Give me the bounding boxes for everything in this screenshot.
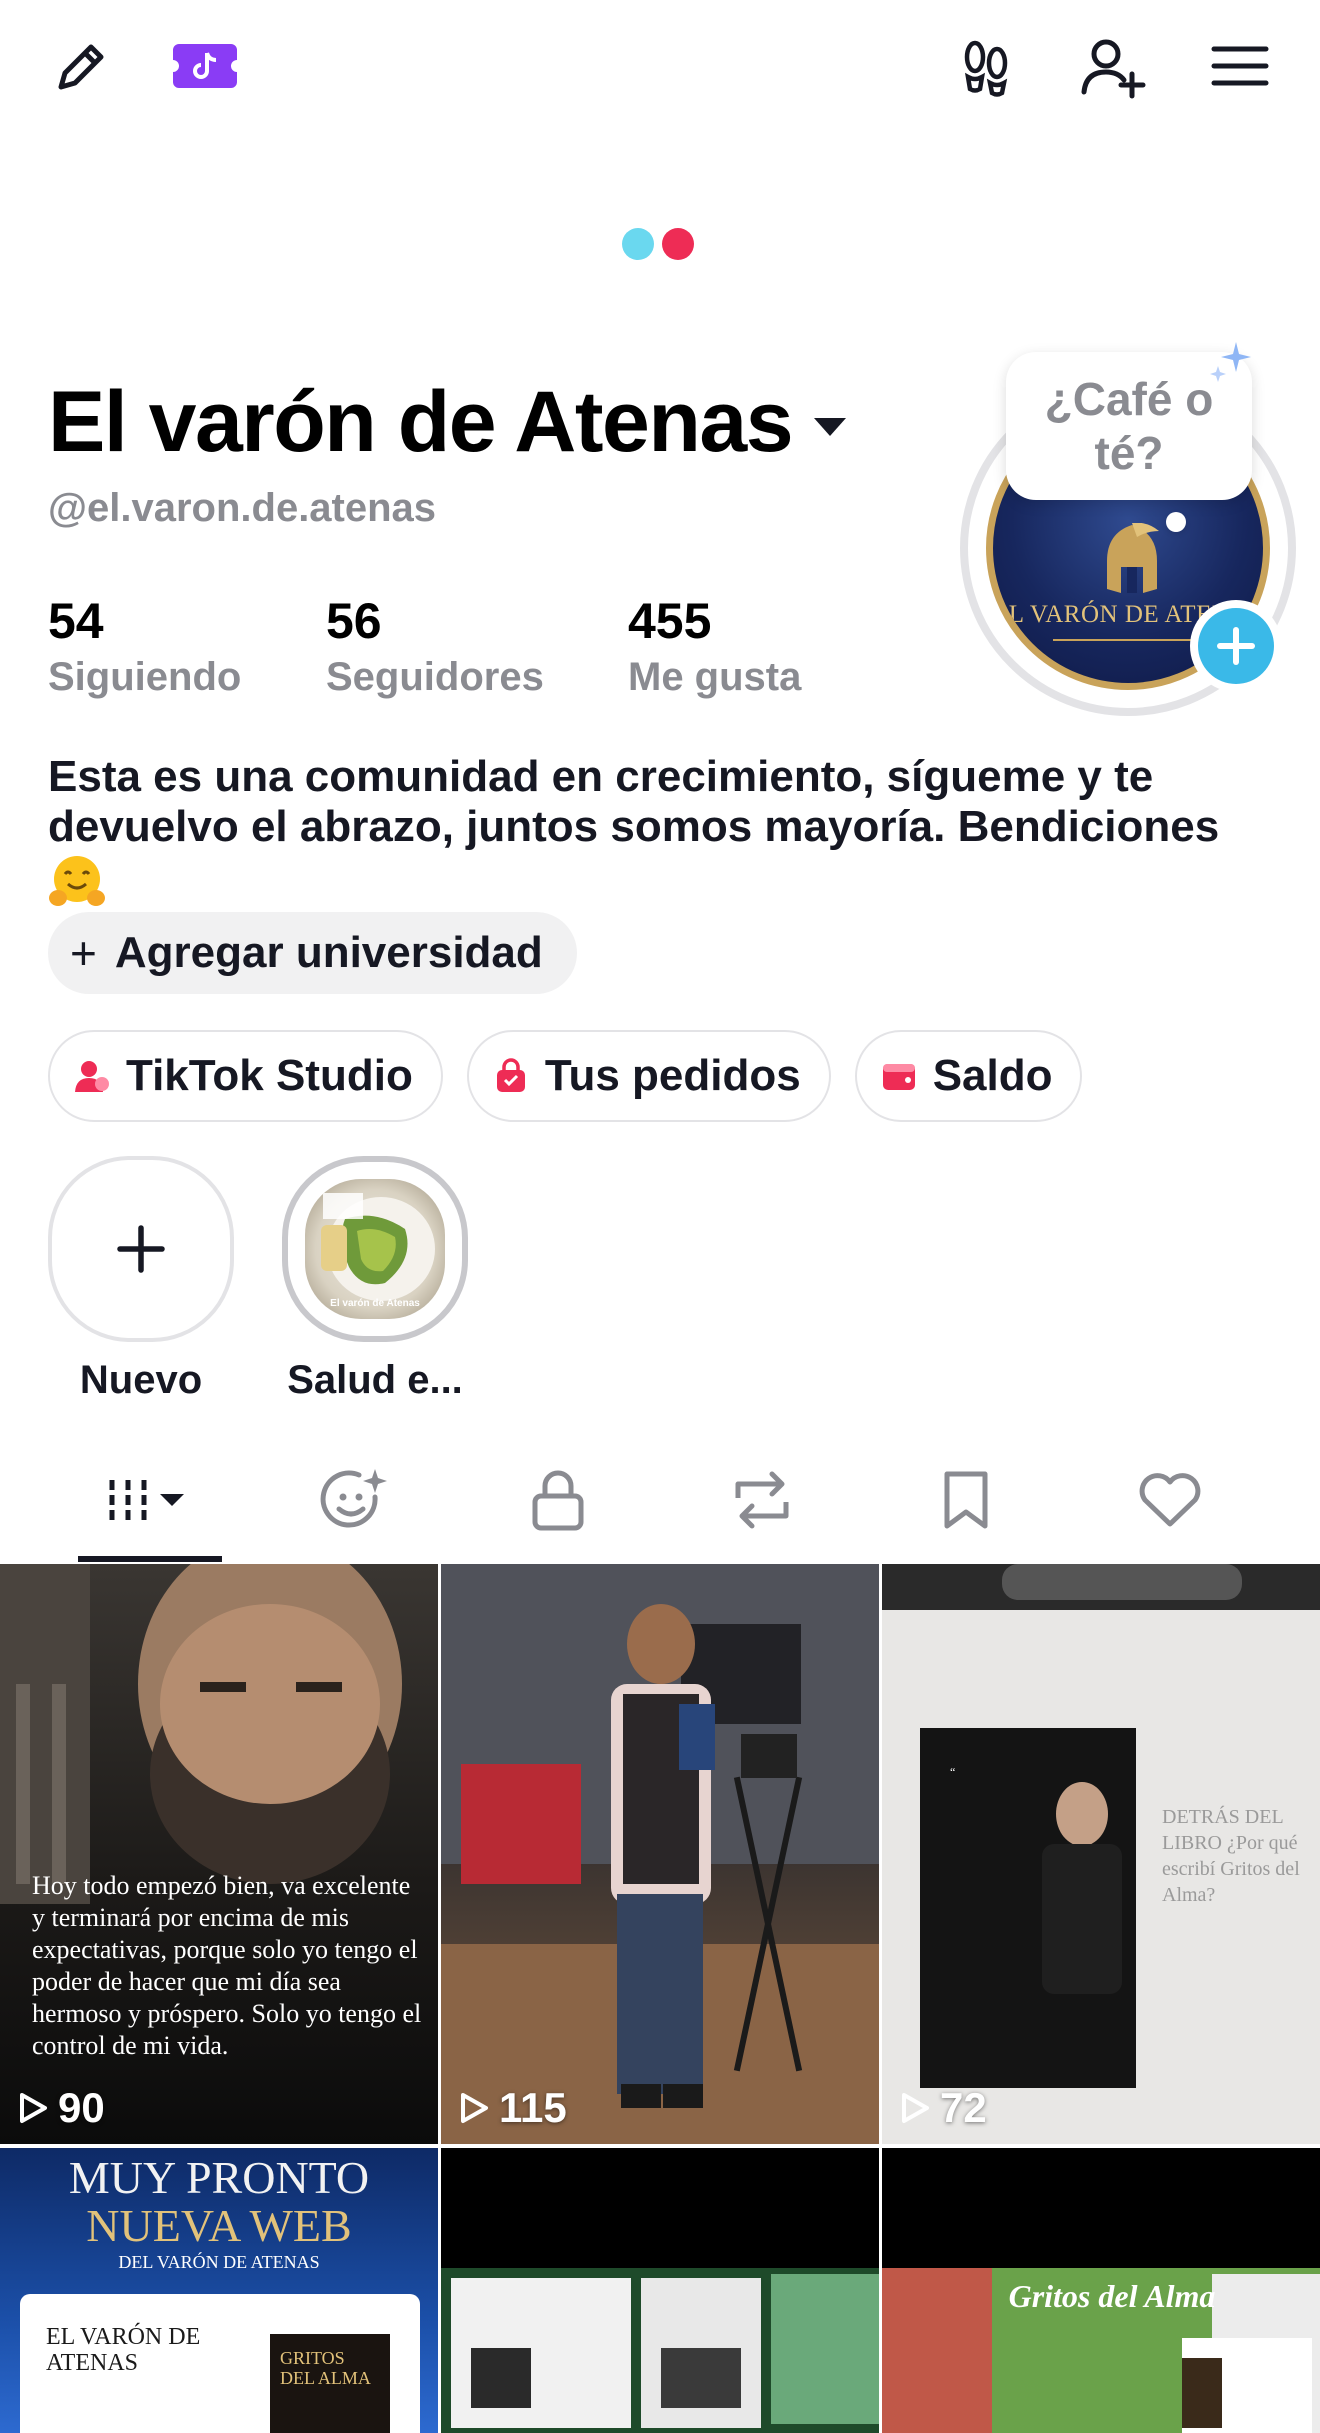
highlight-thumbnail-caption: El varón de Atenas	[330, 1298, 420, 1309]
highlight-label: Salud e...	[287, 1358, 463, 1402]
chevron-down-icon[interactable]	[812, 414, 848, 443]
pill-label: Saldo	[932, 1051, 1053, 1100]
display-name-row[interactable]: El varón de Atenas	[48, 372, 848, 472]
highlight-label: Nuevo	[79, 1358, 203, 1402]
stat-value: 56	[326, 593, 382, 649]
add-university-label: Agregar universidad	[114, 928, 543, 977]
tiktok-studio-button[interactable]: TikTok Studio	[48, 1030, 443, 1122]
video-overlay-title: Gritos del Alma	[1008, 2278, 1216, 2314]
play-icon	[902, 2093, 929, 2123]
stat-followers[interactable]: 56 Seguidores	[326, 592, 544, 702]
video-thumbnail[interactable]: Hoy todo empezó bien, va excelente y ter…	[0, 1564, 438, 2144]
video-overlay-text: DETRÁS DEL LIBRO ¿Por qué escribí Gritos…	[1162, 1806, 1300, 1906]
add-story-button[interactable]	[1190, 600, 1282, 692]
view-count-text: 72	[940, 2084, 987, 2131]
stat-following[interactable]: 54 Siguiendo	[48, 592, 241, 702]
video-thumbnail[interactable]: Gritos del Alma	[882, 2148, 1320, 2433]
video-thumbnail[interactable]	[441, 2148, 879, 2433]
tab-favorites[interactable]	[856, 1436, 1076, 1564]
view-count: 72	[900, 2084, 987, 2132]
active-tab-indicator	[78, 1556, 222, 1562]
grid-bars-icon	[109, 1480, 184, 1520]
video-overlay-book: GRITOS DEL ALMA	[280, 2348, 371, 2388]
highlight-salud-circle[interactable]: El varón de Atenas	[282, 1156, 468, 1342]
loader-dot-red	[662, 228, 694, 260]
view-count-text: 115	[499, 2084, 567, 2131]
hugging-face-emoji	[48, 854, 106, 908]
highlight-thumbnail: El varón de Atenas	[305, 1179, 445, 1319]
video-thumbnail[interactable]: 115	[441, 1564, 879, 2144]
play-icon	[461, 2093, 488, 2123]
view-count: 90	[18, 2084, 105, 2132]
stat-label: Seguidores	[326, 655, 544, 699]
stat-likes[interactable]: 455 Me gusta	[628, 592, 801, 702]
heart-icon	[1139, 1473, 1201, 1527]
tab-reposts[interactable]	[652, 1436, 872, 1564]
video-thumbnail-image	[441, 2268, 879, 2433]
plus-icon: +	[70, 927, 97, 979]
profile-tabs	[0, 1436, 1320, 1564]
view-count-text: 90	[58, 2084, 105, 2131]
avatar-divider	[1053, 639, 1213, 641]
stat-label: Siguiendo	[48, 655, 242, 699]
plus-icon	[1198, 608, 1274, 684]
add-friend-icon[interactable]	[1078, 32, 1148, 102]
stat-value: 455	[628, 593, 712, 649]
video-grid: Hoy todo empezó bien, va excelente y ter…	[0, 1564, 1320, 2433]
video-overlay-text	[441, 2148, 451, 2158]
video-thumbnail[interactable]: MUY PRONTO NUEVA WEB DEL VARÓN DE ATENAS…	[0, 2148, 438, 2433]
hamburger-menu-icon[interactable]	[1208, 36, 1272, 96]
shopping-bag-icon	[496, 1058, 525, 1092]
video-overlay-text: “	[950, 1765, 956, 1779]
profile-bio: Esta es una comunidad en crecimiento, sí…	[48, 752, 1220, 851]
highlight-new[interactable]: Nuevo	[48, 1156, 234, 1403]
pill-label: TikTok Studio	[126, 1051, 413, 1100]
video-overlay-text: Hoy todo empezó bien, va excelente y ter…	[32, 1871, 422, 2060]
view-count: 115	[459, 2084, 567, 2132]
display-name: El varón de Atenas	[48, 374, 794, 470]
bookmark-icon	[944, 1471, 988, 1529]
note-bubble-tail	[1166, 512, 1186, 532]
tab-ai-self[interactable]	[244, 1436, 464, 1564]
tus-pedidos-button[interactable]: Tus pedidos	[466, 1030, 831, 1122]
username: @el.varon.de.atenas	[48, 486, 437, 530]
add-university-button[interactable]: + Agregar universidad	[48, 912, 577, 994]
repost-icon	[735, 1471, 789, 1529]
stat-value: 54	[48, 593, 104, 649]
pencil-icon[interactable]	[48, 34, 114, 100]
wallet-icon	[882, 1064, 915, 1090]
saldo-button[interactable]: Saldo	[854, 1030, 1083, 1122]
sparkle-face-icon	[320, 1469, 387, 1528]
play-icon	[20, 2093, 47, 2123]
tab-videos[interactable]	[40, 1436, 260, 1564]
video-thumbnail[interactable]: “ DETRÁS DEL LIBRO ¿Por qué escribí Grit…	[882, 1564, 1320, 2144]
highlight-new-circle[interactable]	[48, 1156, 234, 1342]
tab-liked[interactable]	[1060, 1436, 1280, 1564]
lock-icon	[532, 1470, 584, 1531]
tab-private[interactable]	[448, 1436, 668, 1564]
tiktok-music-badge-icon[interactable]	[170, 36, 240, 96]
video-thumbnail-image	[441, 1564, 879, 2144]
video-overlay-title: MUY PRONTO	[68, 2152, 370, 2203]
spartan-helmet-icon	[1107, 523, 1159, 593]
studio-person-icon	[75, 1061, 109, 1092]
sparkle-icon	[1208, 340, 1254, 391]
stat-label: Me gusta	[628, 655, 802, 699]
plus-icon	[117, 1225, 165, 1273]
action-pills: TikTok Studio Tus pedidos Saldo	[48, 1030, 1106, 1122]
video-overlay-small: DEL VARÓN DE ATENAS	[118, 2252, 320, 2272]
pill-label: Tus pedidos	[544, 1051, 801, 1100]
loader-dot-cyan	[622, 228, 654, 260]
loading-indicator	[622, 228, 694, 260]
video-overlay-brand: EL VARÓN DE ATENAS	[46, 2324, 201, 2376]
note-bubble-text: ¿Café o té?	[1044, 373, 1214, 479]
top-bar	[0, 0, 1320, 140]
highlight-salud[interactable]: El varón de Atenas Salud e...	[282, 1156, 468, 1403]
video-overlay-subtitle: NUEVA WEB	[86, 2200, 352, 2251]
footprints-icon[interactable]	[952, 34, 1018, 100]
